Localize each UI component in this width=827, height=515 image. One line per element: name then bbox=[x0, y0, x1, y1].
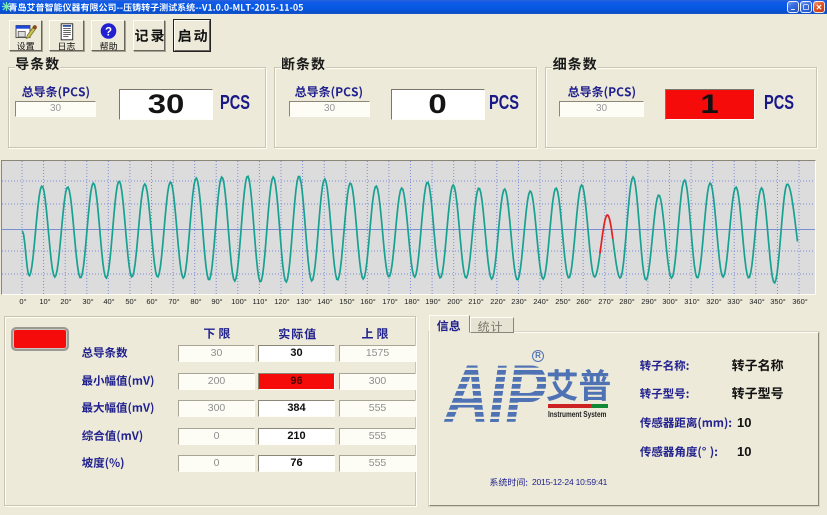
svg-text:?: ? bbox=[105, 26, 112, 38]
svg-text:AIP: AIP bbox=[443, 356, 547, 428]
